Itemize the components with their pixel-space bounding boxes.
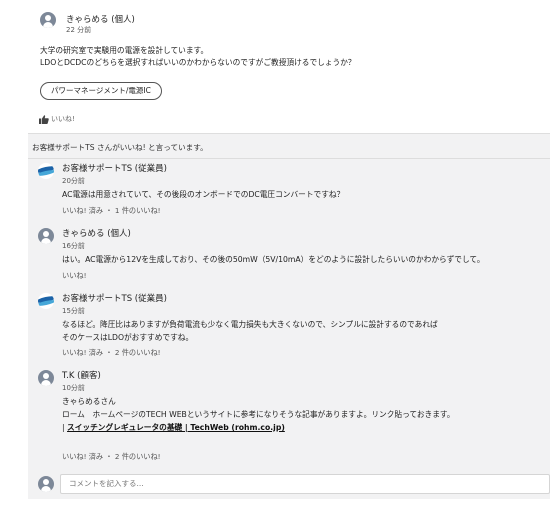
original-post: きゃらめる (個人) 22 分前 大学の研究室で実験用の電源を設計しています。 … [0,0,550,133]
comment-text-line-1: なるほど。降圧比はありますが負荷電流も少なく電力損失も大きくないので、シンプルに… [62,320,438,329]
comment-text: AC電源は用意されていて、その後段のオンボードでのDC電圧コンバートですね？ [62,190,345,199]
post-author[interactable]: きゃらめる (個人) [66,13,135,25]
comment-thread: お客様サポートTS さんがいいね! と言っています。 お客様サポートTS (従業… [28,133,550,499]
avatar-icon[interactable] [38,228,54,244]
comment-link-row: | スイッチングレギュレータの基礎 | TechWeb (rohm.co.jp) [62,422,285,435]
post-time: 22 分前 [66,26,92,34]
comment-like-actions[interactable]: いいね! 済み ・ 2 件のいいね! [62,452,161,462]
reply-bar: コメントを記入する... [28,471,550,499]
comment-text-line-2: ローム ホームページのTECH WEBというサイトに参考になりそうな記事がありま… [62,410,455,419]
comment-author[interactable]: お客様サポートTS (従業員) [62,292,167,304]
post-body-line-2: LDOとDCDCのどちらを選択すればいいのかわからないのですがご教授頂けるでしょ… [40,58,356,67]
comment-author[interactable]: T.K (顧客) [62,369,101,381]
comment-time: 20分前 [62,177,85,185]
comment-time: 15分前 [62,307,85,315]
comment-like-actions[interactable]: いいね! 済み ・ 1 件のいいね! [62,206,161,216]
article-link[interactable]: スイッチングレギュレータの基礎 | TechWeb (rohm.co.jp) [67,423,285,432]
link-prefix: | [62,423,65,432]
comment-author[interactable]: きゃらめる (個人) [62,227,131,239]
company-logo-icon [38,293,54,309]
comment-text-line-2: そのケースはLDOがおすすめですね。 [62,333,194,342]
avatar-icon[interactable] [40,12,56,28]
divider [28,158,550,159]
avatar-icon [38,476,54,492]
comment-time: 16分前 [62,242,85,250]
comment-input[interactable]: コメントを記入する... [60,474,550,494]
company-logo-icon [38,163,54,179]
comment-time: 10分前 [62,384,85,392]
comment-like-actions[interactable]: いいね! [62,271,86,281]
comment-text: はい。AC電源から12Vを生成しており、その後の50mW（5V/10mA）をどの… [62,255,485,264]
tag-power-management[interactable]: パワーマネージメント/電源IC [40,82,162,100]
post-body-line-1: 大学の研究室で実験用の電源を設計しています。 [40,46,209,55]
thumbs-up-icon[interactable] [39,115,49,124]
avatar-icon[interactable] [38,370,54,386]
like-button[interactable]: いいね! [51,114,75,124]
comment-like-actions[interactable]: いいね! 済み ・ 2 件のいいね! [62,348,161,358]
comment-text-line-1: きゃらめるさん [62,397,116,406]
liked-by-text: お客様サポートTS さんがいいね! と言っています。 [32,143,208,152]
comment-author[interactable]: お客様サポートTS (従業員) [62,162,167,174]
